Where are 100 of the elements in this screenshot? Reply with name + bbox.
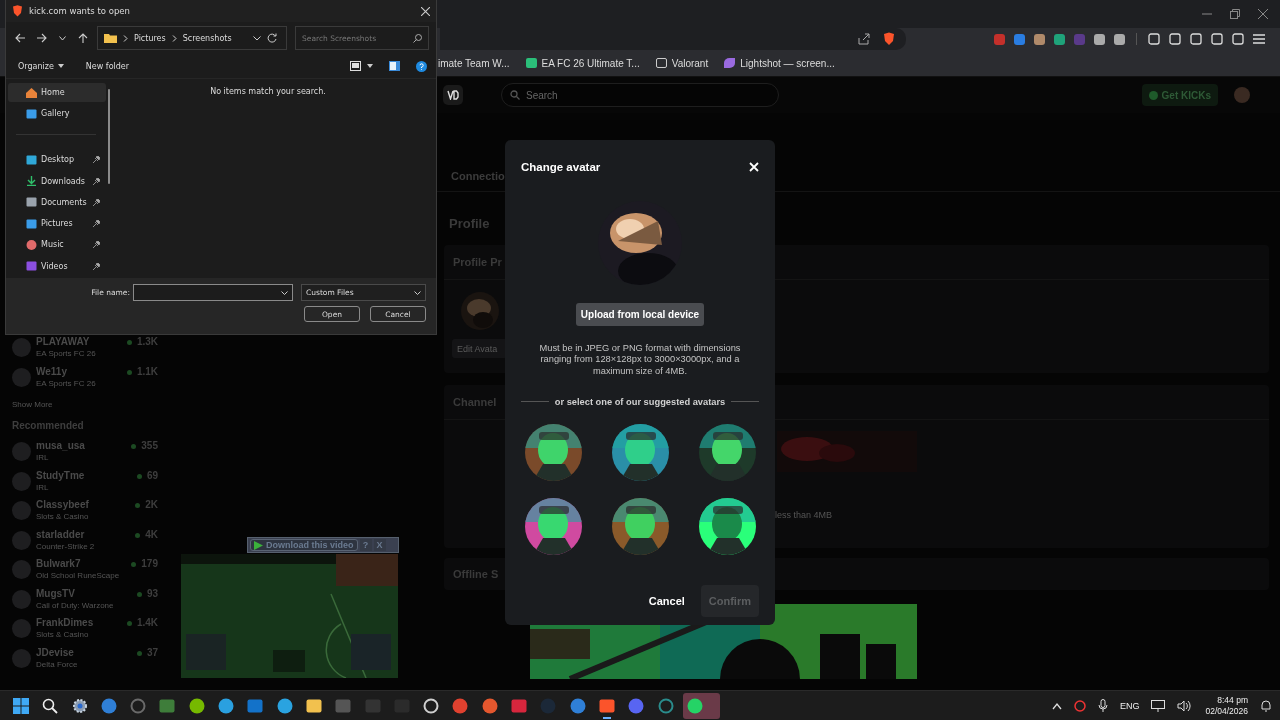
- bookmark[interactable]: EA FC 26 Ultimate T...: [525, 57, 640, 69]
- chevron-up-icon[interactable]: [1051, 701, 1062, 710]
- channel-category: IRL: [36, 452, 50, 463]
- back-arrow-icon[interactable]: [15, 33, 25, 43]
- nav-item[interactable]: Gallery: [8, 104, 106, 124]
- toolbar-icon[interactable]: [1148, 33, 1160, 45]
- upload-button[interactable]: Upload from local device: [575, 303, 705, 326]
- menu-icon[interactable]: [1253, 33, 1265, 45]
- channel-avatar-icon: [12, 619, 31, 638]
- network-icon[interactable]: [1151, 699, 1166, 712]
- help-icon[interactable]: [416, 60, 427, 72]
- live-dot: [126, 369, 132, 375]
- forward-arrow-icon[interactable]: [37, 33, 47, 43]
- caret-icon: [57, 64, 64, 68]
- channel-category: IRL: [36, 481, 50, 493]
- lion-shield-icon: [12, 5, 23, 17]
- live-dot: [135, 503, 141, 508]
- bell-icon[interactable]: [1260, 699, 1272, 712]
- toolbar-icon[interactable]: [1211, 33, 1223, 45]
- bookmark-icon: [525, 58, 537, 68]
- extension-icon[interactable]: [1054, 33, 1065, 45]
- channel-category: Call of Duty: Warzone: [36, 599, 115, 611]
- folder-icon: [104, 33, 117, 43]
- clock-date[interactable]: 02/04/2026: [1205, 705, 1248, 717]
- toolbar-icon[interactable]: [1169, 33, 1181, 45]
- extension-icon[interactable]: [994, 33, 1005, 45]
- chevron-right-icon: [171, 34, 177, 42]
- chevron-down-icon: [414, 290, 421, 295]
- refresh-icon[interactable]: [267, 33, 277, 43]
- search-field[interactable]: Search: [501, 83, 779, 107]
- cancel-button[interactable]: Cancel: [648, 594, 685, 607]
- search-icon: [413, 34, 422, 43]
- channel-category: EA Sports FC 26: [36, 348, 97, 359]
- gallery-folder-icon: [26, 108, 37, 119]
- share-icon[interactable]: [858, 33, 870, 45]
- viewer-count: 69: [146, 469, 158, 482]
- organize-menu[interactable]: Organize: [14, 61, 68, 71]
- microphone-icon[interactable]: [1097, 698, 1108, 713]
- app-icon[interactable]: [188, 697, 205, 714]
- live-dot: [126, 621, 132, 626]
- extension-icon[interactable]: [1094, 33, 1105, 45]
- file-name-field[interactable]: [133, 284, 293, 301]
- bookmark[interactable]: imate Team W...: [438, 57, 510, 69]
- restore-icon[interactable]: [1230, 9, 1240, 19]
- nav-item[interactable]: Documents: [8, 192, 106, 212]
- bookmark[interactable]: Lightshot — screen...: [724, 57, 835, 69]
- clock-time[interactable]: 8:44 pm: [1217, 694, 1248, 706]
- nav-item[interactable]: Pictures: [8, 214, 106, 234]
- bookmark[interactable]: Valorant: [655, 57, 709, 69]
- windows-logo-icon[interactable]: [13, 697, 29, 714]
- bookmark-icon: [655, 58, 667, 68]
- channel-category: Old School RuneScape: [36, 570, 121, 581]
- app-icon[interactable]: [481, 697, 498, 714]
- channel-avatar-icon: [12, 367, 31, 387]
- live-dot: [131, 562, 137, 567]
- viewer-count: 1.1K: [136, 365, 158, 378]
- app-icon[interactable]: [686, 697, 703, 714]
- downloads-folder-icon: [26, 176, 37, 187]
- upload-hint: less than 4MB: [775, 510, 834, 520]
- extension-icon[interactable]: [1034, 33, 1045, 45]
- nav-item[interactable]: Music: [8, 235, 106, 255]
- channel-avatar-icon: [12, 560, 31, 579]
- close-icon[interactable]: [421, 6, 430, 16]
- extension-icon[interactable]: [1114, 33, 1125, 45]
- caret-icon[interactable]: [367, 64, 373, 68]
- nav-item[interactable]: Home: [8, 83, 106, 102]
- videos-folder-icon: [26, 261, 37, 272]
- pictures-folder-icon: [26, 218, 37, 229]
- nav-item[interactable]: Videos: [8, 256, 106, 276]
- divider-label: or select one of our suggested avatars: [554, 396, 726, 407]
- view-icon[interactable]: [350, 61, 361, 71]
- channel-avatar-icon: [12, 471, 31, 491]
- empty-message: No items match your search.: [210, 87, 326, 98]
- channel-category: EA Sports FC 26: [36, 377, 97, 389]
- breadcrumb[interactable]: Screenshots: [182, 33, 232, 43]
- toolbar-icon[interactable]: [1190, 33, 1202, 45]
- nav-item[interactable]: Downloads: [8, 171, 106, 191]
- language-indicator[interactable]: ENG: [1119, 700, 1140, 711]
- lion-shield-icon[interactable]: [882, 32, 896, 46]
- nav-item[interactable]: Desktop: [8, 150, 106, 170]
- preview-pane-icon[interactable]: [389, 61, 400, 71]
- chevron-down-icon[interactable]: [253, 35, 261, 41]
- app-icon[interactable]: [598, 697, 615, 714]
- app-icon[interactable]: [218, 697, 235, 714]
- window-title: kick.com wants to open: [29, 6, 130, 16]
- speaker-icon[interactable]: [1177, 699, 1192, 712]
- app-icon[interactable]: [305, 697, 322, 714]
- live-dot: [136, 650, 142, 656]
- new-folder-button[interactable]: New folder: [81, 61, 134, 71]
- breadcrumb[interactable]: Pictures: [134, 33, 166, 43]
- up-arrow-icon[interactable]: [78, 33, 88, 43]
- address-bar[interactable]: Pictures Screenshots: [97, 26, 287, 50]
- app-icon[interactable]: [276, 697, 293, 714]
- toolbar-icon[interactable]: [1232, 33, 1244, 45]
- logo-icon[interactable]: [443, 85, 463, 105]
- viewer-count: 1.3K: [136, 336, 158, 348]
- search-icon[interactable]: [42, 697, 59, 714]
- extension-icon[interactable]: [1014, 33, 1025, 45]
- gear-icon[interactable]: [71, 697, 88, 714]
- chevron-down-icon[interactable]: [59, 35, 66, 41]
